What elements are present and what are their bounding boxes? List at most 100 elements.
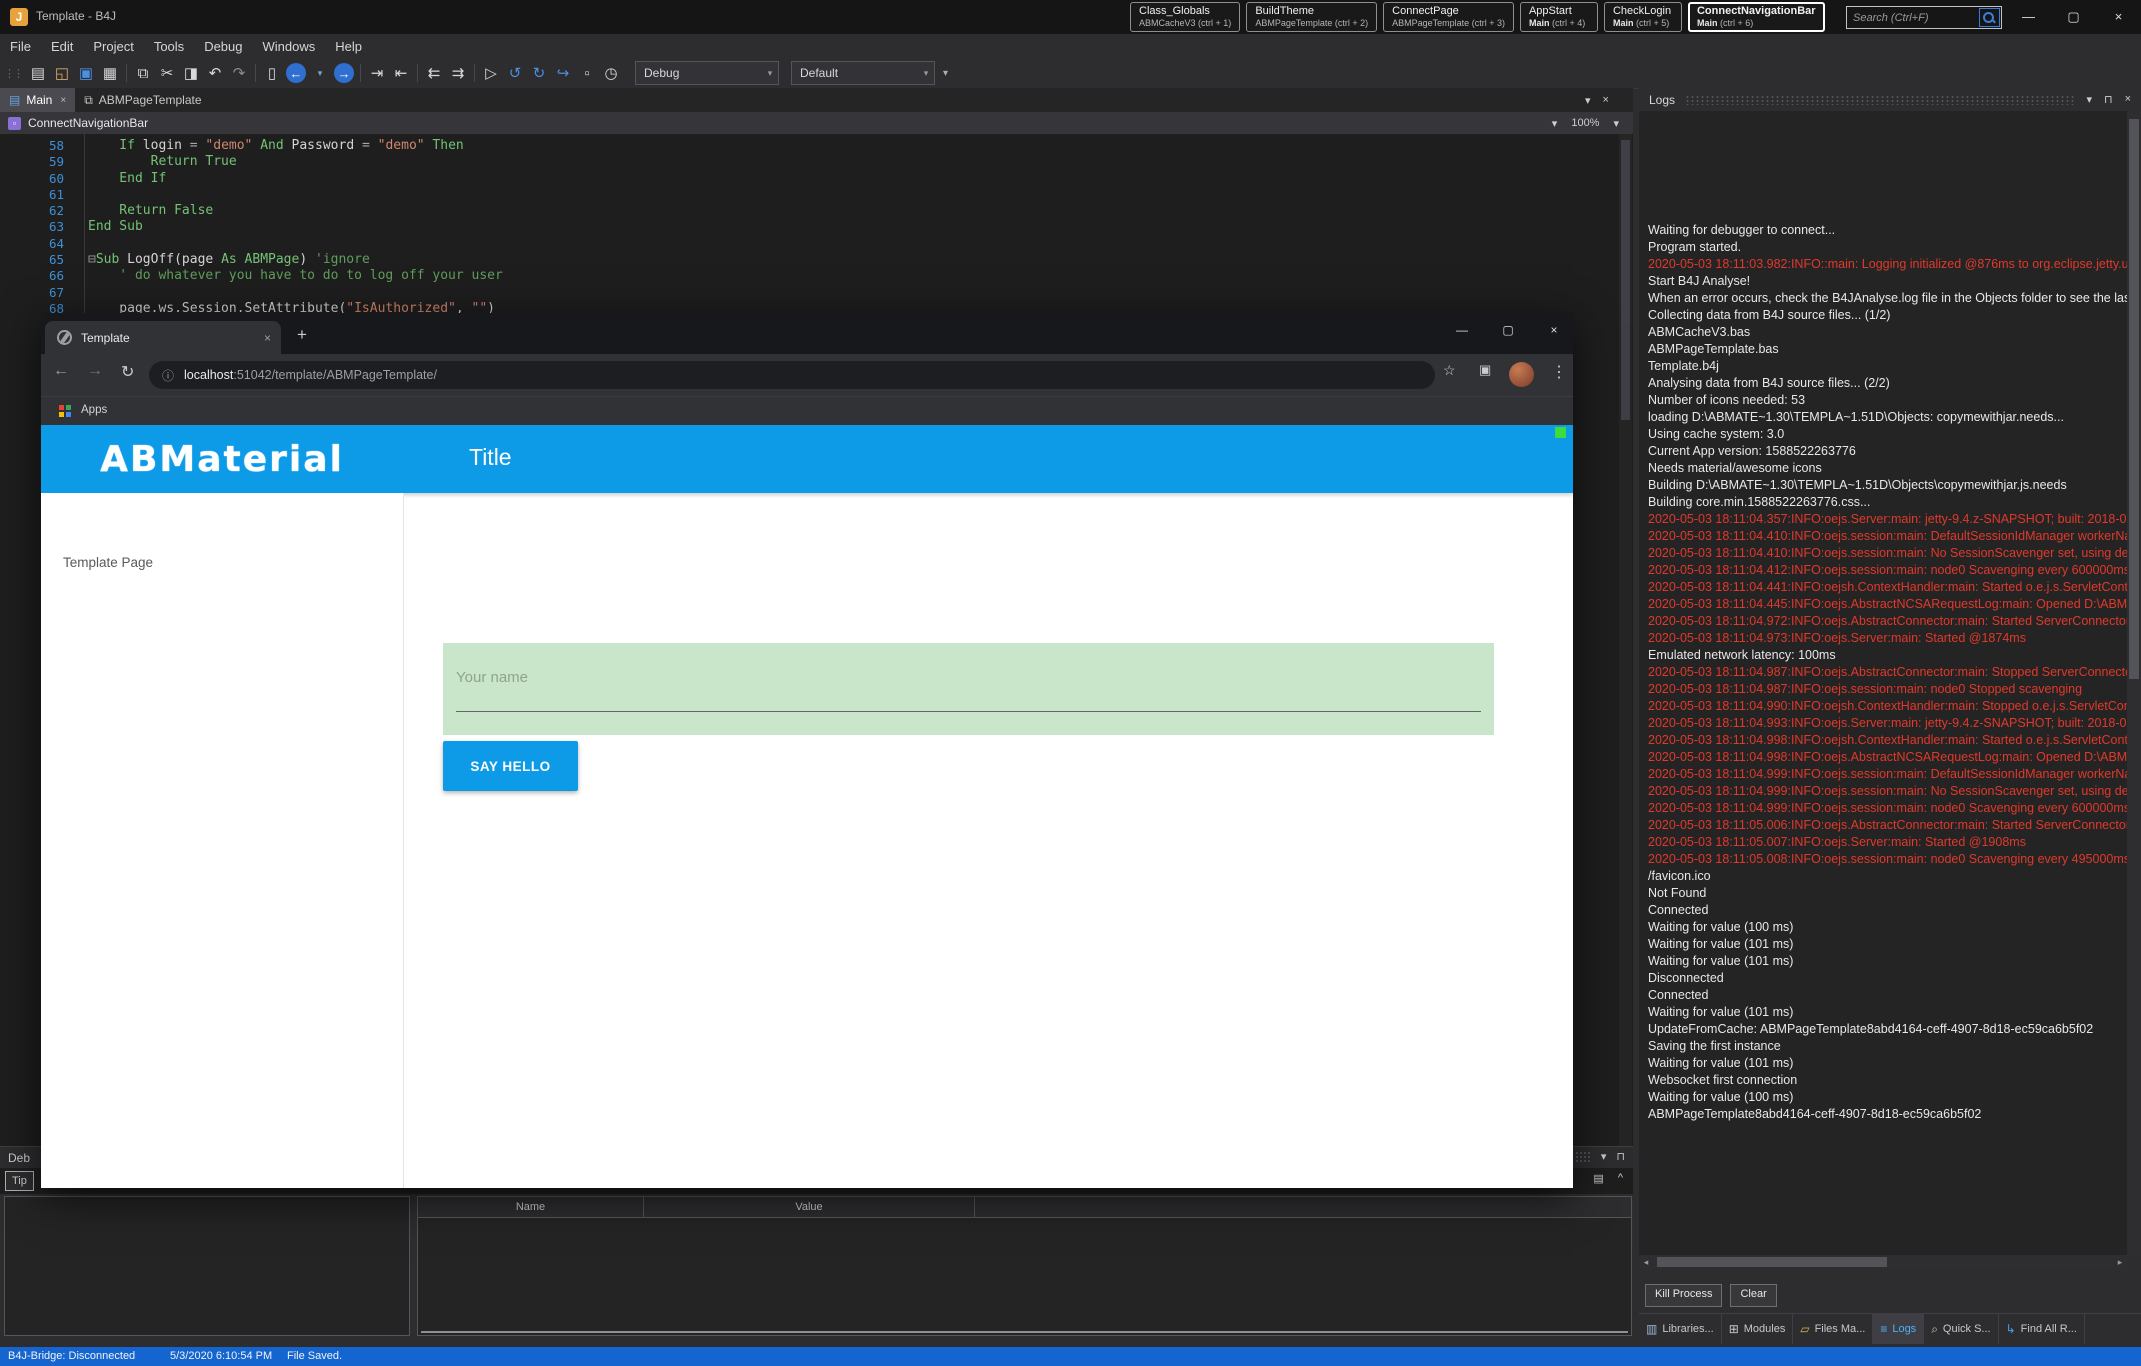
panel-tab[interactable]: ⊞ Modules: [1722, 1314, 1794, 1344]
panel-tab[interactable]: ▱ Files Ma...: [1793, 1314, 1873, 1344]
close-icon[interactable]: ×: [60, 95, 66, 106]
logs-horizontal-scrollbar[interactable]: ◂ ▸: [1639, 1255, 2127, 1269]
navigate-forward-icon[interactable]: →: [334, 63, 354, 83]
quick-tab[interactable]: Class_Globals ABMCacheV3 (ctrl + 1): [1130, 2, 1240, 32]
comment-icon[interactable]: ⇥: [365, 62, 389, 84]
separator[interactable]: [474, 64, 475, 82]
menu-item[interactable]: Windows: [253, 39, 326, 54]
scroll-right-icon[interactable]: ▸: [2113, 1257, 2127, 1268]
menu-item[interactable]: Tools: [144, 39, 194, 54]
chevron-down-icon[interactable]: ▾: [1552, 117, 1558, 130]
indent-icon[interactable]: ⇉: [446, 62, 470, 84]
navigate-back-icon[interactable]: ←: [286, 63, 306, 83]
tip-button[interactable]: Tip: [5, 1171, 34, 1191]
scrollbar-thumb[interactable]: [2129, 119, 2139, 679]
menu-item[interactable]: Project: [83, 39, 143, 54]
chevron-down-icon[interactable]: ▾: [1613, 117, 1619, 130]
say-hello-button[interactable]: SAY HELLO: [443, 741, 578, 791]
quick-tab[interactable]: CheckLogin Main (ctrl + 5): [1604, 2, 1682, 32]
build-configuration-select[interactable]: Debug ▾: [635, 61, 779, 85]
save-all-icon[interactable]: ▦: [98, 62, 122, 84]
save-icon[interactable]: ▣: [74, 62, 98, 84]
debug-step-into-icon[interactable]: ↻: [527, 62, 551, 84]
watch-scrollbar[interactable]: [421, 1331, 1628, 1333]
clear-logs-button[interactable]: Clear: [1730, 1284, 1776, 1307]
undo-icon[interactable]: ↶: [203, 62, 227, 84]
apps-grid-icon[interactable]: [59, 405, 72, 418]
watch-column-name[interactable]: Name: [418, 1197, 644, 1217]
open-project-icon[interactable]: ◱: [50, 62, 74, 84]
editor-tab[interactable]: ▤ Main ×: [0, 88, 75, 112]
quick-tab[interactable]: AppStart Main (ctrl + 4): [1520, 2, 1598, 32]
run-icon[interactable]: ▷: [479, 62, 503, 84]
close-icon[interactable]: ×: [2096, 0, 2141, 34]
scrollbar-thumb[interactable]: [1621, 140, 1630, 420]
logs-vertical-scrollbar[interactable]: [2127, 111, 2141, 1255]
panel-tab[interactable]: ≡ Logs: [1873, 1314, 1924, 1344]
back-history-chevron-icon[interactable]: ▾: [308, 62, 332, 84]
side-panel-icon[interactable]: ▣: [1479, 362, 1491, 378]
stop-icon[interactable]: ▫: [575, 62, 599, 84]
apps-bookmark[interactable]: Apps: [81, 404, 107, 416]
panel-tab[interactable]: ↳ Find All R...: [1999, 1314, 2085, 1344]
address-bar[interactable]: ⓘ localhost :51042/template/ABMPageTempl…: [149, 361, 1435, 389]
search-button[interactable]: [1979, 8, 2000, 27]
editor-scrollbar[interactable]: [1619, 134, 1632, 1146]
paste-icon[interactable]: ◨: [179, 62, 203, 84]
scrollbar-thumb[interactable]: [1657, 1257, 1887, 1267]
new-file-icon[interactable]: ▤: [26, 62, 50, 84]
maximize-icon[interactable]: ▢: [2051, 0, 2096, 34]
cut-icon[interactable]: ✂: [155, 62, 179, 84]
refresh-icon[interactable]: ↻: [121, 362, 134, 382]
ui-configuration-select[interactable]: Default ▾: [791, 61, 935, 85]
uncomment-icon[interactable]: ⇤: [389, 62, 413, 84]
separator[interactable]: [126, 64, 127, 82]
chevron-down-icon[interactable]: ▾: [2086, 93, 2092, 106]
watch-table[interactable]: Name Value: [417, 1196, 1632, 1336]
collapse-icon[interactable]: ^: [1618, 1172, 1623, 1185]
module-selector-value[interactable]: ConnectNavigationBar: [28, 116, 1552, 130]
editor-tab[interactable]: ⧉ ABMPageTemplate: [75, 88, 218, 112]
menu-item[interactable]: File: [0, 39, 41, 54]
minimize-icon[interactable]: —: [1439, 323, 1485, 337]
separator[interactable]: [255, 64, 256, 82]
maximize-icon[interactable]: ▢: [1485, 323, 1531, 337]
close-icon[interactable]: ×: [2125, 93, 2131, 106]
pin-icon[interactable]: ⊓: [2104, 93, 2113, 106]
profile-avatar[interactable]: [1509, 362, 1534, 387]
copy-icon[interactable]: ⧉: [131, 62, 155, 84]
watch-column-value[interactable]: Value: [644, 1197, 975, 1217]
name-input[interactable]: Your name: [443, 643, 1494, 735]
redo-icon[interactable]: ↷: [227, 62, 251, 84]
menu-item[interactable]: Help: [325, 39, 372, 54]
immediate-panel[interactable]: [4, 1196, 410, 1336]
info-icon[interactable]: ⓘ: [149, 367, 184, 384]
quick-tab[interactable]: ConnectNavigationBar Main (ctrl + 6): [1688, 2, 1825, 32]
menu-item[interactable]: Edit: [41, 39, 83, 54]
sidebar-item-template-page[interactable]: Template Page: [63, 555, 153, 570]
close-icon[interactable]: ×: [254, 331, 281, 345]
tab-list-chevron-icon[interactable]: ▾: [1585, 94, 1591, 107]
drag-dots-icon[interactable]: [1685, 95, 2076, 105]
browser-tab[interactable]: Template ×: [45, 321, 281, 354]
new-tab-icon[interactable]: +: [297, 325, 307, 345]
debug-resume-icon[interactable]: ↺: [503, 62, 527, 84]
pin-icon[interactable]: ⊓: [1616, 1150, 1625, 1163]
panel-tab[interactable]: ▥ Libraries...: [1639, 1314, 1722, 1344]
search-input[interactable]: Search (Ctrl+F): [1847, 12, 1979, 24]
lightbulb-icon[interactable]: ▤: [1593, 1172, 1603, 1185]
profiler-icon[interactable]: ◷: [599, 62, 623, 84]
drag-dots-icon[interactable]: [1575, 1151, 1591, 1163]
quick-tab[interactable]: ConnectPage ABMPageTemplate (ctrl + 3): [1383, 2, 1514, 32]
outdent-icon[interactable]: ⇇: [422, 62, 446, 84]
editor-zoom-value[interactable]: 100%: [1571, 117, 1599, 129]
forward-icon[interactable]: →: [87, 362, 103, 380]
chevron-down-icon[interactable]: ▾: [1601, 1150, 1607, 1163]
minimize-icon[interactable]: —: [2006, 0, 2051, 34]
scroll-left-icon[interactable]: ◂: [1639, 1257, 1653, 1268]
close-icon[interactable]: ×: [1531, 323, 1577, 337]
log-output[interactable]: Waiting for debugger to connect...Progra…: [1639, 111, 2127, 1255]
close-icon[interactable]: ×: [1603, 94, 1609, 106]
separator[interactable]: [360, 64, 361, 82]
search-box[interactable]: Search (Ctrl+F): [1846, 6, 2002, 29]
